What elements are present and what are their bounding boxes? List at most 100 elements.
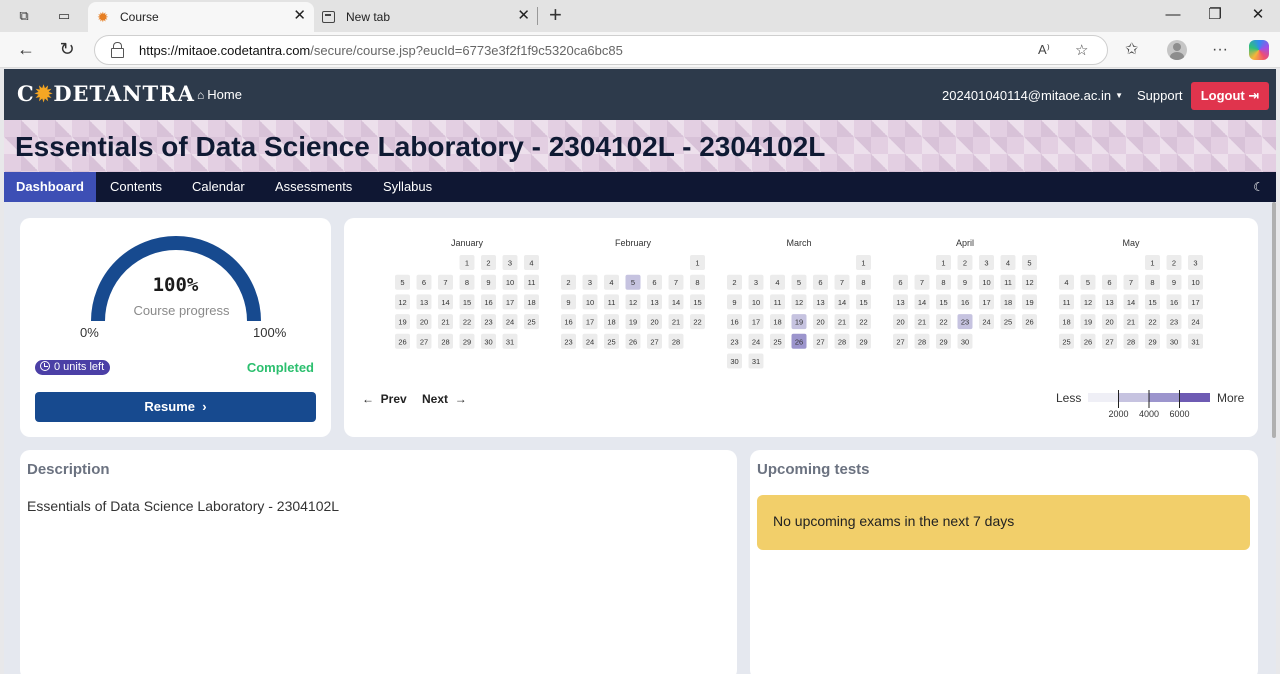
day-number: 11 (608, 298, 616, 307)
tab-assessments[interactable]: Assessments (275, 172, 352, 202)
more-options-icon[interactable]: ··· (1212, 41, 1228, 59)
upcoming-tests-card: Upcoming tests No upcoming exams in the … (750, 450, 1258, 674)
resume-button[interactable]: Resume › (35, 392, 316, 422)
arrow-right-icon: → (454, 392, 467, 406)
tab-calendar[interactable]: Calendar (192, 172, 245, 202)
minimize-icon[interactable]: — (1163, 6, 1183, 24)
home-link[interactable]: ⌂ Home (197, 87, 242, 102)
upcoming-tests-notice: No upcoming exams in the next 7 days (757, 495, 1250, 550)
day-number: 9 (732, 298, 736, 307)
tab-syllabus[interactable]: Syllabus (383, 172, 432, 202)
day-number: 23 (730, 337, 738, 346)
workspaces-icon[interactable]: ⧉ (15, 7, 33, 25)
month-label: May (1122, 238, 1140, 248)
day-number: 16 (730, 318, 738, 327)
day-number: 7 (840, 278, 844, 287)
day-number: 6 (422, 278, 426, 287)
day-number: 13 (650, 298, 658, 307)
close-window-icon[interactable]: ✕ (1248, 6, 1268, 24)
page: C✹DETANTRA ⌂ Home 202401040114@mitaoe.ac.… (4, 69, 1276, 674)
page-scrollbar[interactable] (1272, 202, 1276, 438)
day-number: 24 (506, 318, 514, 327)
restore-icon[interactable]: ❐ (1205, 6, 1225, 24)
tab-actions-icon[interactable]: ▭ (55, 7, 73, 25)
description-text: Essentials of Data Science Laboratory - … (27, 498, 340, 514)
day-number: 13 (420, 298, 428, 307)
next-button[interactable]: Next → (422, 392, 467, 406)
day-number: 16 (564, 318, 572, 327)
favorites-list-icon[interactable]: ✩ (1125, 41, 1138, 59)
day-number: 24 (982, 318, 990, 327)
day-number: 21 (838, 318, 846, 327)
day-number: 21 (918, 318, 926, 327)
profile-avatar-icon[interactable] (1167, 40, 1187, 60)
day-number: 23 (961, 318, 969, 327)
day-number: 14 (672, 298, 680, 307)
day-number: 6 (818, 278, 822, 287)
day-number: 10 (586, 298, 594, 307)
day-number: 5 (1027, 259, 1031, 268)
tab-contents[interactable]: Contents (110, 172, 162, 202)
new-tab-plus-icon[interactable]: + (549, 3, 562, 27)
browser-tab-newtab[interactable]: New tab ✕ (314, 2, 538, 32)
legend-tick-label: 6000 (1169, 409, 1189, 419)
home-icon: ⌂ (197, 88, 205, 102)
day-number: 27 (420, 337, 428, 346)
course-title: Essentials of Data Science Laboratory - … (15, 131, 826, 162)
gear-logo-icon: ✹ (34, 81, 54, 106)
month-label: February (615, 238, 652, 248)
dark-mode-moon-icon[interactable]: ☾ (1253, 180, 1264, 194)
close-tab-icon[interactable]: ✕ (293, 8, 306, 24)
day-number: 1 (695, 259, 699, 268)
day-number: 28 (672, 337, 680, 346)
day-number: 3 (1193, 259, 1197, 268)
day-number: 1 (861, 259, 865, 268)
prev-button[interactable]: ← Prev (362, 392, 407, 406)
day-number: 7 (1129, 278, 1133, 287)
caret-down-icon: ▼ (1115, 91, 1124, 100)
codetantra-logo[interactable]: C✹DETANTRA (17, 81, 195, 107)
tab-dashboard[interactable]: Dashboard (4, 172, 96, 202)
day-number: 15 (693, 298, 701, 307)
close-tab-icon[interactable]: ✕ (517, 8, 530, 24)
day-number: 26 (629, 337, 637, 346)
read-aloud-icon[interactable]: A⁾ (1038, 42, 1050, 58)
day-number: 10 (752, 298, 760, 307)
day-number: 12 (398, 298, 406, 307)
browser-tab-course[interactable]: ✹ Course ✕ (88, 2, 314, 32)
reload-icon[interactable]: ↻ (57, 39, 77, 59)
day-number: 27 (1105, 337, 1113, 346)
logout-button[interactable]: Logout ⇥ (1191, 82, 1269, 110)
day-number: 8 (1150, 278, 1154, 287)
day-number: 24 (586, 337, 594, 346)
day-number: 3 (508, 259, 512, 268)
day-number: 12 (795, 298, 803, 307)
day-number: 4 (609, 278, 613, 287)
day-number: 23 (564, 337, 572, 346)
support-link[interactable]: Support (1137, 88, 1183, 103)
favorite-star-icon[interactable]: ☆ (1075, 41, 1088, 59)
user-menu[interactable]: 202401040114@mitaoe.ac.in ▼ (942, 88, 1123, 103)
lock-icon[interactable] (111, 42, 124, 58)
day-number: 4 (775, 278, 779, 287)
day-number: 29 (463, 337, 471, 346)
day-number: 7 (443, 278, 447, 287)
day-number: 17 (586, 318, 594, 327)
day-number: 9 (1172, 278, 1176, 287)
progress-value: 100% (152, 274, 199, 296)
day-number: 6 (652, 278, 656, 287)
activity-calendar-card: January 1 2 3 4 5 6 7 8 9 10 11 12 13 14 15 16 17 18 19 20 21… (344, 218, 1258, 437)
url-field[interactable]: https://mitaoe.codetantra.com/secure/cou… (94, 35, 1108, 65)
day-number: 28 (838, 337, 846, 346)
back-arrow-icon[interactable]: ← (16, 39, 36, 59)
day-number: 25 (773, 337, 781, 346)
day-number: 3 (984, 259, 988, 268)
units-left-badge: 0 units left (35, 360, 111, 375)
day-number: 19 (629, 318, 637, 327)
url-text[interactable]: https://mitaoe.codetantra.com/secure/cou… (139, 43, 623, 58)
day-number: 31 (752, 357, 760, 366)
gauge-max-label: 100% (253, 325, 287, 340)
day-number: 14 (918, 298, 926, 307)
site-header: C✹DETANTRA ⌂ Home 202401040114@mitaoe.ac.… (4, 69, 1276, 120)
copilot-icon[interactable] (1249, 40, 1269, 60)
